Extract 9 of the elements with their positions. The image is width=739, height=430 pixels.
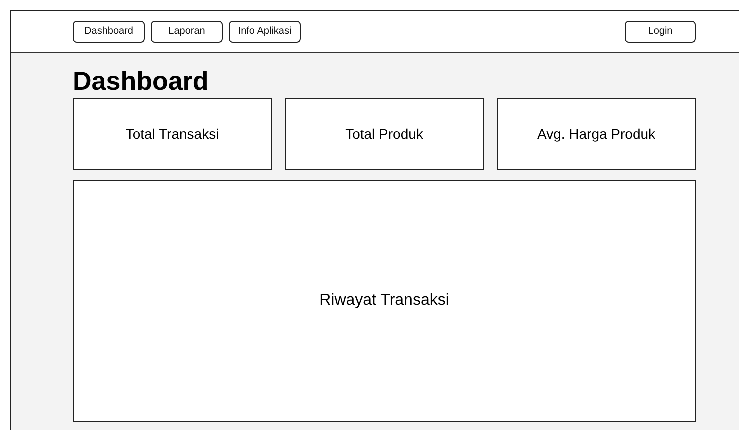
stat-card: Total Transaksi [73,98,272,170]
page-title: Dashboard [73,65,210,98]
nav-button[interactable]: Laporan [151,20,223,42]
login-button[interactable]: Login [625,20,696,42]
stat-card: Avg. Harga Produk [497,98,696,170]
nav-button[interactable]: Dashboard [73,20,145,42]
nav-button[interactable]: Info Aplikasi [229,20,301,42]
history-panel: Riwayat Transaksi [73,180,696,422]
stat-card: Total Produk [285,98,484,170]
